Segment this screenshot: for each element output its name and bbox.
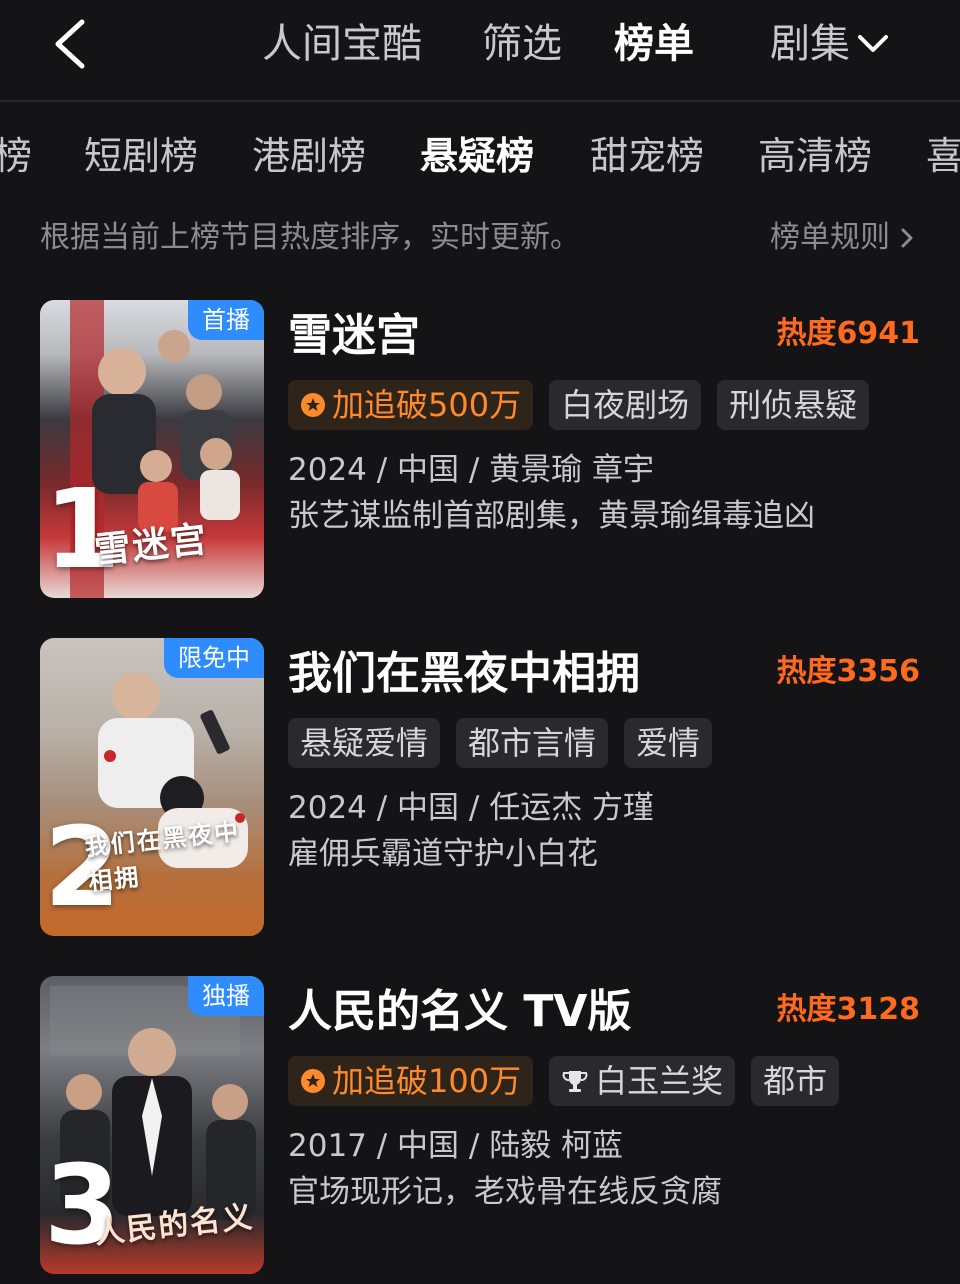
list-item[interactable]: 限免中 2 我们在黑夜中相拥 我们在黑夜中相拥 热度3356 悬疑爱情 都市言情…	[40, 638, 920, 938]
show-description: 雇佣兵霸道守护小白花	[288, 836, 598, 872]
tag-list: 悬疑爱情 都市言情 爱情	[288, 718, 713, 768]
tag: 都市言情	[456, 718, 609, 768]
star-badge-icon	[301, 393, 325, 417]
show-meta: 2024 / 中国 / 任运杰 方瑾	[288, 790, 655, 826]
chevron-down-icon	[858, 35, 888, 52]
series-dropdown[interactable]: 剧集	[770, 18, 890, 70]
trophy-icon	[562, 1071, 588, 1092]
category-tab[interactable]: 甜宠榜	[590, 128, 704, 184]
tag-list: 加追破100万 白玉兰奖 都市	[288, 1056, 840, 1106]
heat-score: 热度6941	[776, 316, 921, 351]
tag: 爱情	[624, 718, 713, 768]
tag-label: 加追破100万	[332, 1062, 522, 1100]
category-tab-active[interactable]: 悬疑榜	[420, 128, 534, 184]
list-item[interactable]: 首播 1 雪迷宫 雪迷宫 热度6941 加追破500万 白夜剧场 刑侦悬疑 20…	[40, 300, 920, 600]
poster-badge: 独播	[188, 976, 264, 1016]
tab-renjian-baoku[interactable]: 人间宝酷	[262, 18, 422, 70]
chevron-right-icon	[901, 228, 913, 248]
category-tab[interactable]: 港剧榜	[252, 128, 366, 184]
category-tab[interactable]: 喜	[926, 128, 960, 184]
tag-hot: 加追破500万	[288, 380, 534, 430]
show-title[interactable]: 我们在黑夜中相拥	[288, 646, 640, 702]
poster-badge: 首播	[188, 300, 264, 340]
category-tab[interactable]: 高清榜	[758, 128, 872, 184]
chevron-left-icon	[55, 19, 85, 69]
tag-hot: 加追破100万	[288, 1056, 534, 1106]
back-button[interactable]	[44, 14, 100, 74]
tag: 都市	[751, 1056, 840, 1106]
tag-award: 白玉兰奖	[549, 1056, 736, 1106]
list-item[interactable]: 独播 3 人民的名义 人民的名义 TV版 热度3128 加追破100万 白玉兰奖…	[40, 976, 920, 1276]
rules-label: 榜单规则	[770, 220, 890, 255]
dropdown-label: 剧集	[770, 21, 850, 67]
poster-badge: 限免中	[164, 638, 264, 678]
show-description: 张艺谋监制首部剧集，黄景瑜缉毒追凶	[288, 498, 815, 534]
category-tab[interactable]: 榜	[0, 128, 32, 184]
poster-image: 独播 3 人民的名义	[40, 976, 264, 1274]
show-title[interactable]: 雪迷宫	[288, 308, 420, 364]
show-meta: 2024 / 中国 / 黄景瑜 章宇	[288, 452, 655, 488]
show-meta: 2017 / 中国 / 陆毅 柯蓝	[288, 1128, 624, 1164]
tag: 刑侦悬疑	[717, 380, 870, 430]
poster-image: 首播 1 雪迷宫	[40, 300, 264, 598]
tag: 悬疑爱情	[288, 718, 441, 768]
tab-filter[interactable]: 筛选	[482, 18, 562, 70]
ranking-rules-link[interactable]: 榜单规则	[770, 218, 914, 258]
page: 人间宝酷 筛选 榜单 剧集 榜 短剧榜 港剧榜 悬疑榜 甜宠榜 高清榜 喜 根据…	[0, 0, 960, 1284]
tag-label: 白玉兰奖	[595, 1062, 724, 1100]
show-description: 官场现形记，老戏骨在线反贪腐	[288, 1174, 722, 1210]
poster-image: 限免中 2 我们在黑夜中相拥	[40, 638, 264, 936]
ranking-description: 根据当前上榜节目热度排序，实时更新。	[40, 220, 580, 255]
tag-label: 加追破500万	[332, 386, 522, 424]
heat-score: 热度3356	[776, 654, 921, 689]
tag-list: 加追破500万 白夜剧场 刑侦悬疑	[288, 380, 870, 430]
star-badge-icon	[301, 1069, 325, 1093]
top-nav: 人间宝酷 筛选 榜单 剧集	[0, 0, 960, 102]
tab-rankings[interactable]: 榜单	[614, 18, 694, 70]
tag: 白夜剧场	[549, 380, 702, 430]
category-tab[interactable]: 短剧榜	[84, 128, 198, 184]
heat-score: 热度3128	[776, 992, 921, 1027]
show-title[interactable]: 人民的名义 TV版	[288, 984, 631, 1040]
category-tabs: 榜 短剧榜 港剧榜 悬疑榜 甜宠榜 高清榜 喜	[0, 128, 960, 188]
